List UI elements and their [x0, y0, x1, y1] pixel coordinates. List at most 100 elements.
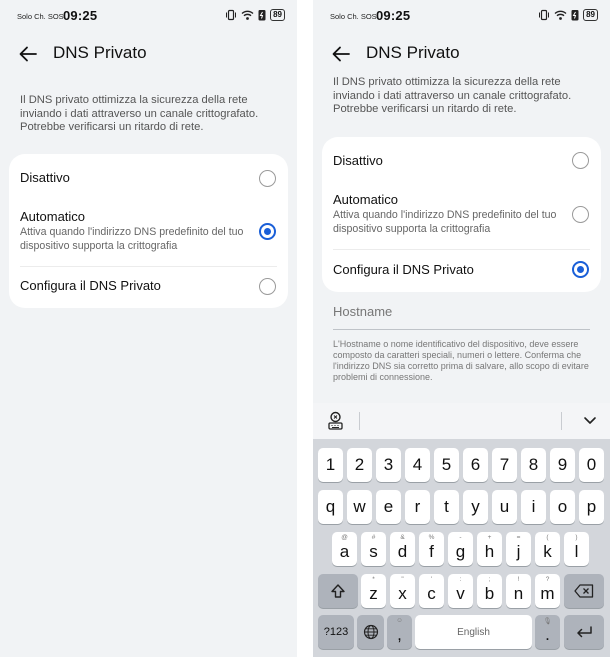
space-key[interactable]: English [415, 615, 532, 649]
key-2[interactable]: 2 [347, 448, 372, 482]
key-label: g [455, 541, 466, 561]
period-key[interactable]: 🎙. [535, 615, 560, 649]
hostname-input[interactable]: Hostname [333, 304, 392, 319]
comma-key[interactable]: ☺, [387, 615, 412, 649]
key-1[interactable]: 1 [318, 448, 343, 482]
key-hint: # [371, 534, 376, 541]
key-label: b [484, 583, 495, 603]
radio-automatico[interactable] [259, 223, 276, 240]
key-s[interactable]: # s [361, 532, 386, 566]
key-4[interactable]: 4 [405, 448, 430, 482]
key-q[interactable]: q [318, 490, 343, 524]
radio-configura[interactable] [572, 261, 589, 278]
key-hint: : [459, 576, 462, 583]
back-button[interactable] [15, 41, 41, 67]
symbols-key[interactable]: ?123 [318, 615, 354, 649]
phone-screen-left: Solo Ch. SOS 09:25 89 DNS Privato Il DNS… [0, 0, 297, 657]
vibrate-icon [539, 9, 550, 21]
enter-key[interactable] [564, 615, 604, 649]
key-v[interactable]: :v [448, 574, 473, 608]
carrier-label: Solo Ch. SOS [330, 12, 377, 21]
key-k[interactable]: (k [535, 532, 560, 566]
key-label: k [543, 541, 552, 561]
shift-key[interactable] [318, 574, 358, 608]
key-b[interactable]: ; b [477, 574, 502, 608]
key-g[interactable]: -g [448, 532, 473, 566]
key-hint: ? [545, 576, 550, 583]
key-hint: ! [517, 576, 520, 583]
key-9[interactable]: 9 [550, 448, 575, 482]
page-description: Il DNS privato ottimizza la sicurezza de… [333, 76, 572, 115]
key-label: m [540, 583, 555, 603]
radio-disattivo[interactable] [572, 152, 589, 169]
key-o[interactable]: o [550, 490, 575, 524]
key-m[interactable]: ? m [535, 574, 560, 608]
backspace-key[interactable] [564, 574, 604, 608]
keyboard-settings-icon[interactable] [327, 411, 344, 431]
key-label: d [397, 541, 408, 561]
key-d[interactable]: & d [390, 532, 415, 566]
key-r[interactable]: r [405, 490, 430, 524]
key-c[interactable]: ' c [419, 574, 444, 608]
clock: 09:25 [63, 8, 98, 23]
toolbar-separator [359, 412, 360, 430]
option-configura[interactable]: Configura il DNS Privato [9, 266, 288, 308]
option-automatico[interactable]: Automatico Attiva quando l'indirizzo DNS… [9, 202, 288, 266]
key-z[interactable]: * z [361, 574, 386, 608]
radio-disattivo[interactable] [259, 170, 276, 187]
key-e[interactable]: e [376, 490, 401, 524]
app-bar: DNS Privato [313, 36, 610, 70]
key-w[interactable]: w [347, 490, 372, 524]
option-disattivo[interactable]: Disattivo [322, 137, 601, 181]
battery-icon: 89 [583, 9, 598, 21]
key-t[interactable]: t [434, 490, 459, 524]
key-h[interactable]: + h [477, 532, 502, 566]
page-description: Il DNS privato ottimizza la sicurezza de… [20, 94, 259, 133]
language-key[interactable] [357, 615, 384, 649]
carrier-label: Solo Ch. SOS [17, 12, 64, 21]
option-subtitle: Attiva quando l'indirizzo DNS predefinit… [333, 209, 557, 235]
key-0[interactable]: 0 [579, 448, 604, 482]
option-label: Automatico [20, 209, 86, 224]
key-hint: ; [488, 576, 491, 583]
key-f[interactable]: % f [419, 532, 444, 566]
radio-configura[interactable] [259, 278, 276, 295]
hostname-help-text: L'Hostname o nome identificativo del dis… [333, 339, 589, 382]
key-label: x [398, 583, 407, 603]
microphone-icon: 🎙 [543, 618, 552, 625]
key-7[interactable]: 7 [492, 448, 517, 482]
option-disattivo[interactable]: Disattivo [9, 154, 288, 202]
key-6[interactable]: 6 [463, 448, 488, 482]
chevron-down-icon[interactable] [582, 412, 598, 428]
key-u[interactable]: u [492, 490, 517, 524]
key-p[interactable]: p [579, 490, 604, 524]
key-a[interactable]: @ a [332, 532, 357, 566]
key-i[interactable]: i [521, 490, 546, 524]
back-button[interactable] [328, 41, 354, 67]
key-8[interactable]: 8 [521, 448, 546, 482]
dns-options-card: Disattivo Automatico Attiva quando l'ind… [322, 137, 601, 292]
key-label: n [513, 583, 524, 603]
key-5[interactable]: 5 [434, 448, 459, 482]
battery-icon: 89 [270, 9, 285, 21]
option-label: Disattivo [333, 153, 383, 168]
back-arrow-icon [19, 46, 37, 62]
key-hint: * [372, 576, 375, 583]
key-label: h [484, 541, 495, 561]
option-configura[interactable]: Configura il DNS Privato [322, 249, 601, 292]
key-label: l [574, 541, 579, 561]
option-label: Configura il DNS Privato [20, 278, 161, 293]
key-label: a [339, 541, 350, 561]
radio-automatico[interactable] [572, 206, 589, 223]
option-automatico[interactable]: Automatico Attiva quando l'indirizzo DNS… [322, 181, 601, 249]
back-arrow-icon [332, 46, 350, 62]
key-3[interactable]: 3 [376, 448, 401, 482]
key-j[interactable]: = j [506, 532, 531, 566]
key-n[interactable]: ! n [506, 574, 531, 608]
key-l[interactable]: ) l [564, 532, 589, 566]
wifi-icon [554, 10, 567, 20]
key-y[interactable]: y [463, 490, 488, 524]
key-x[interactable]: " x [390, 574, 415, 608]
key-label: z [369, 583, 378, 603]
key-hint: & [400, 534, 405, 541]
